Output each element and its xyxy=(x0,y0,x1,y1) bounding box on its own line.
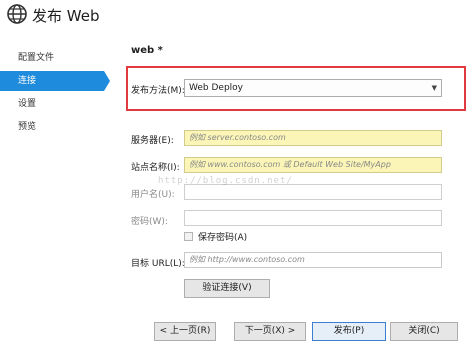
close-button[interactable]: 关闭(C) xyxy=(390,322,458,341)
server-placeholder: 例如 server.contoso.com xyxy=(189,133,286,142)
publish-method-value: Web Deploy xyxy=(189,83,243,93)
save-password-label: 保存密码(A) xyxy=(198,232,248,243)
globe-icon xyxy=(6,3,28,25)
watermark: http://blog.csdn.net/ xyxy=(158,176,293,186)
sidebar-item-label: 设置 xyxy=(18,99,37,109)
validate-connection-button[interactable]: 验证连接(V) xyxy=(184,279,270,298)
site-name-placeholder: 例如 www.contoso.com 或 Default Web Site/My… xyxy=(189,160,391,169)
username-input[interactable] xyxy=(184,184,442,200)
next-button[interactable]: 下一页(X) > xyxy=(234,322,306,341)
publish-method-select[interactable]: Web Deploy ▼ xyxy=(184,79,442,97)
site-name-label: 站点名称(I): xyxy=(131,163,180,173)
active-indicator xyxy=(104,71,110,91)
sidebar-item-label: 连接 xyxy=(18,76,37,86)
password-input[interactable] xyxy=(184,210,442,226)
publish-button[interactable]: 发布(P) xyxy=(312,322,386,341)
sidebar-item-connection[interactable]: 连接 xyxy=(0,71,110,91)
target-url-input[interactable]: 例如 http://www.contoso.com xyxy=(184,252,442,268)
sidebar-item-settings[interactable]: 设置 xyxy=(0,94,104,114)
server-input[interactable]: 例如 server.contoso.com xyxy=(184,130,442,146)
password-label: 密码(W): xyxy=(131,217,168,227)
title-bar: 发布 Web xyxy=(0,0,474,30)
target-url-label: 目标 URL(L): xyxy=(131,259,185,269)
chevron-down-icon: ▼ xyxy=(431,84,437,92)
sidebar-item-label: 预览 xyxy=(18,122,37,132)
sidebar-nav: 配置文件 连接 设置 预览 xyxy=(0,48,110,148)
save-password-row: 保存密码(A) xyxy=(184,230,248,243)
window-title: 发布 Web xyxy=(32,7,100,25)
publish-method-label: 发布方法(M): xyxy=(131,86,185,96)
server-label: 服务器(E): xyxy=(131,136,174,146)
profile-name: web * xyxy=(131,45,163,56)
sidebar-item-preview[interactable]: 预览 xyxy=(0,117,104,137)
save-password-checkbox[interactable] xyxy=(184,231,193,241)
site-name-input[interactable]: 例如 www.contoso.com 或 Default Web Site/My… xyxy=(184,157,442,173)
username-label: 用户名(U): xyxy=(131,190,175,200)
sidebar-item-profile[interactable]: 配置文件 xyxy=(0,48,104,68)
target-url-placeholder: 例如 http://www.contoso.com xyxy=(189,255,305,264)
prev-button[interactable]: < 上一页(R) xyxy=(154,322,216,341)
sidebar-item-label: 配置文件 xyxy=(18,53,55,63)
